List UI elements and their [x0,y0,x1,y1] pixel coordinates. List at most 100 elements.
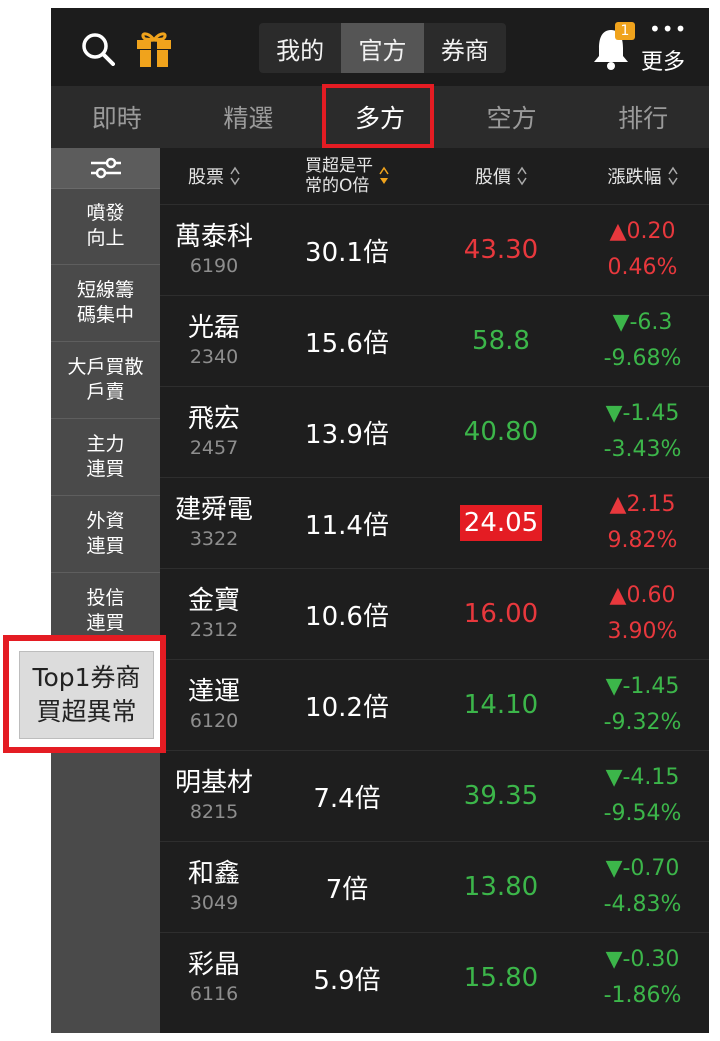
price-change: ▼-4.15 [605,765,680,790]
percent-change: 3.90% [607,619,678,644]
table-row[interactable]: 達運 6120 10.2倍 14.10 ▼-1.45 -9.32% [160,659,709,750]
table-row[interactable]: 建舜電 3322 11.4倍 24.05 ▲2.15 9.82% [160,477,709,568]
sidebar-item-label: 投信 連買 [86,587,125,634]
buy-multiple: 5.9倍 [313,965,381,996]
stock-name: 建舜電 [174,495,253,525]
tab-official[interactable]: 官方 [341,23,424,73]
tab-realtime[interactable]: 即時 [51,86,183,148]
table-row[interactable]: 金寶 2312 10.6倍 16.00 ▲0.60 3.90% [160,568,709,659]
stock-price: 39.35 [463,781,539,811]
percent-change: -9.32% [603,710,682,735]
sidebar-item-chip-concentration[interactable]: 短線籌 碼集中 [51,265,160,342]
source-tabs: 我的 官方 券商 [259,23,506,73]
stock-name: 飛宏 [187,404,240,434]
stock-name: 光磊 [187,313,240,343]
stock-price-limit-up: 24.05 [459,505,543,541]
tab-bullish[interactable]: 多方 [314,86,446,148]
stock-name: 萬泰科 [174,222,253,252]
sidebar-item-foreign-buying[interactable]: 外資 連買 [51,496,160,573]
stock-code: 3322 [189,528,239,550]
price-change: ▲0.60 [609,583,676,608]
table-row[interactable]: 光磊 2340 15.6倍 58.8 ▼-6.3 -9.68% [160,295,709,386]
stock-code: 6116 [189,983,239,1005]
notification-badge: 1 [615,22,635,40]
buy-multiple: 10.2倍 [305,692,389,723]
gift-icon[interactable] [135,28,173,68]
table-row[interactable]: 飛宏 2457 13.9倍 40.80 ▼-1.45 -3.43% [160,386,709,477]
strategy-sidebar: 噴發 向上 短線籌 碼集中 大戶買散 戶賣 主力 連買 外資 連買 投信 連買 [51,148,160,1033]
search-icon[interactable] [81,32,115,66]
table-row[interactable]: 彩晶 6116 5.9倍 15.80 ▼-0.30 -1.86% [160,932,709,1023]
stock-code: 2312 [189,619,239,641]
buy-multiple: 30.1倍 [305,237,389,268]
stock-name: 金寶 [187,586,240,616]
table-row[interactable]: 和鑫 3049 7倍 13.80 ▼-0.70 -4.83% [160,841,709,932]
col-price-label: 股價 [475,167,511,188]
sidebar-item-surge[interactable]: 噴發 向上 [51,188,160,265]
buy-multiple: 11.4倍 [305,510,389,541]
app-screen: 我的 官方 券商 1 ••• 更多 即時 精選 多方 空方 排行 噴發 向上 短… [51,8,709,1033]
stock-code: 6190 [189,255,239,277]
top1-broker-label: Top1券商 買超異常 [32,663,141,726]
buy-multiple: 15.6倍 [305,328,389,359]
price-change: ▲0.20 [609,219,676,244]
tab-bearish[interactable]: 空方 [446,86,578,148]
category-tabs: 即時 精選 多方 空方 排行 [51,86,709,148]
buy-multiple: 13.9倍 [305,419,389,450]
more-dots-icon[interactable]: ••• [649,19,686,39]
price-change: ▼-1.45 [605,401,680,426]
col-change-label: 漲跌幅 [607,167,662,188]
tab-ranking[interactable]: 排行 [577,86,709,148]
col-stock-label: 股票 [188,167,224,188]
stock-name: 彩晶 [187,950,240,980]
price-change: ▼-1.45 [605,674,680,699]
percent-change: -3.43% [603,437,682,462]
tab-mine[interactable]: 我的 [259,23,341,73]
sort-icon [230,165,240,187]
percent-change: -9.68% [603,346,682,371]
percent-change: 9.82% [607,528,678,553]
sidebar-item-label: 噴發 向上 [86,202,125,249]
stock-code: 2457 [189,437,239,459]
top-bar: 我的 官方 券商 1 ••• 更多 [51,8,709,86]
col-multiple[interactable]: 買超是平 常的O倍 [268,148,426,204]
sidebar-item-big-buy-retail-sell[interactable]: 大戶買散 戶賣 [51,342,160,419]
sidebar-item-major-buying[interactable]: 主力 連買 [51,419,160,496]
price-change: ▼-6.3 [612,310,673,335]
col-change[interactable]: 漲跌幅 [576,148,709,204]
sliders-icon [90,157,121,179]
col-multiple-label: 買超是平 常的O倍 [305,156,373,196]
buy-multiple: 7倍 [325,874,369,905]
stock-price: 58.8 [472,326,530,356]
percent-change: -9.54% [603,801,682,826]
col-stock[interactable]: 股票 [160,148,268,204]
sidebar-item-label: 外資 連買 [86,510,125,557]
tab-featured[interactable]: 精選 [183,86,315,148]
stock-name: 和鑫 [187,859,240,889]
percent-change: 0.46% [607,255,678,280]
price-change: ▼-0.70 [605,856,680,881]
tab-broker[interactable]: 券商 [424,23,506,73]
stock-price: 15.80 [463,963,539,993]
percent-change: -4.83% [603,892,682,917]
buy-multiple: 10.6倍 [305,601,389,632]
sort-icon [667,165,678,187]
top1-broker-highlight: Top1券商 買超異常 [3,635,166,753]
table-row[interactable]: 明基材 8215 7.4倍 39.35 ▼-4.15 -9.54% [160,750,709,841]
stock-name: 明基材 [174,768,253,798]
stock-price: 16.00 [463,599,539,629]
stock-name: 達運 [187,677,240,707]
table-row[interactable]: 萬泰科 6190 30.1倍 43.30 ▲0.20 0.46% [160,204,709,295]
percent-change: -1.86% [603,983,682,1008]
stock-code: 2340 [189,346,239,368]
price-change: ▼-0.30 [605,947,680,972]
stock-code: 6120 [189,710,239,732]
stock-price: 13.80 [463,872,539,902]
top1-broker-button[interactable]: Top1券商 買超異常 [19,651,154,739]
sidebar-item-label: 大戶買散 戶賣 [67,356,144,403]
col-price[interactable]: 股價 [426,148,576,204]
stock-price: 43.30 [463,235,539,265]
more-button[interactable]: 更多 [641,44,685,76]
filter-settings-button[interactable] [51,148,160,189]
list-header: 股票 買超是平 常的O倍 股價 漲跌幅 [160,148,709,204]
